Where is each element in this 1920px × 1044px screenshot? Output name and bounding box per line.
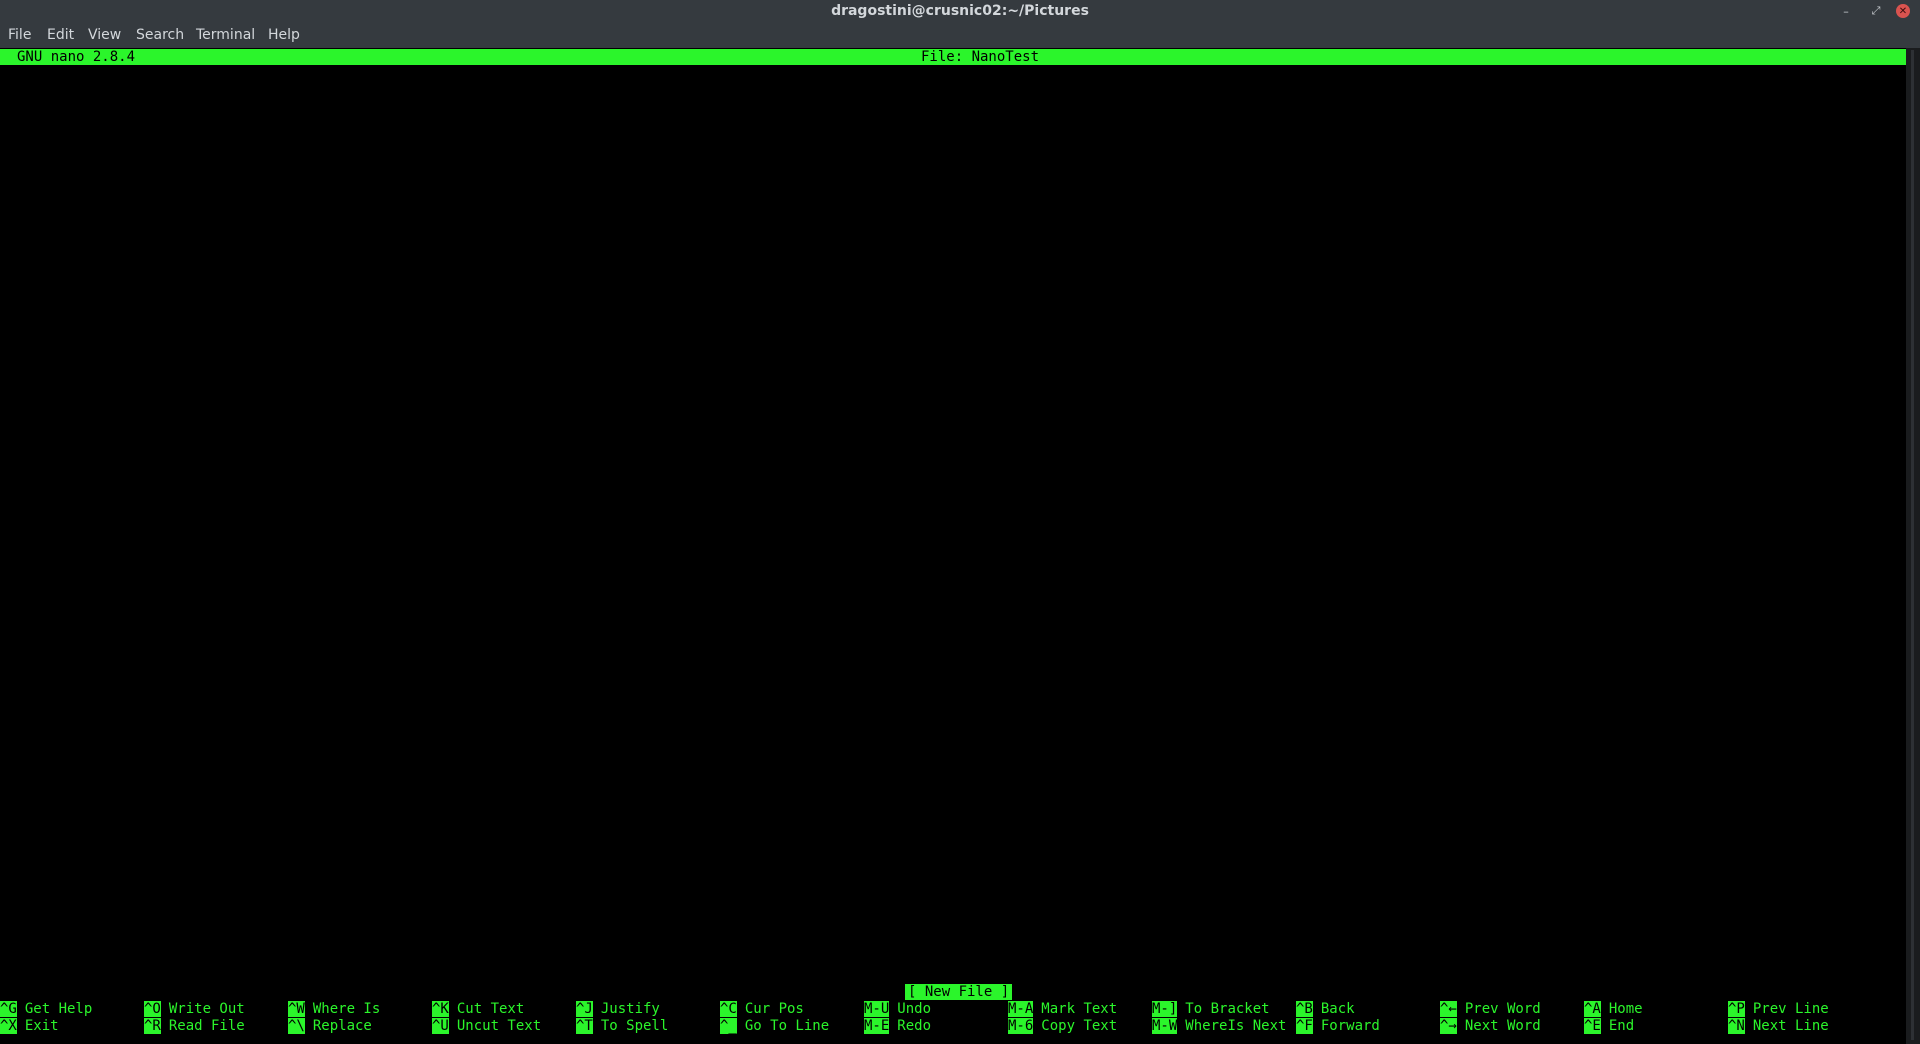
shortcut-label: Where Is: [312, 1001, 381, 1017]
shortcut-key: ^_: [720, 1018, 737, 1034]
menu-edit[interactable]: Edit: [47, 27, 74, 43]
shortcut-item: ^A Home: [1584, 1001, 1643, 1017]
shortcut-item: M-U Undo: [864, 1001, 931, 1017]
shortcut-item: M-A Mark Text: [1008, 1001, 1117, 1017]
close-icon[interactable]: ✕: [1896, 4, 1910, 18]
shortcut-key: M-A: [1008, 1001, 1034, 1017]
shortcut-key: ^A: [1584, 1001, 1601, 1017]
terminal-window: dragostini@crusnic02:~/Pictures – ⤢ ✕ Fi…: [0, 0, 1920, 1044]
nano-title-bar: GNU nano 2.8.4 File: NanoTest: [0, 49, 1906, 65]
shortcut-key: M-6: [1008, 1018, 1034, 1034]
shortcut-label: To Spell: [600, 1018, 669, 1034]
shortcut-item: ^F Forward: [1296, 1018, 1380, 1034]
shortcut-key: ^C: [720, 1001, 737, 1017]
shortcut-label: Prev Line: [1752, 1001, 1829, 1017]
shortcut-item: ^X Exit: [0, 1018, 59, 1034]
maximize-icon[interactable]: ⤢: [1868, 3, 1884, 19]
shortcut-key: ^U: [432, 1018, 449, 1034]
shortcut-label: Get Help: [24, 1001, 93, 1017]
shortcut-label: Next Line: [1752, 1018, 1829, 1034]
shortcut-key: ^T: [576, 1018, 593, 1034]
shortcut-key: ^J: [576, 1001, 593, 1017]
shortcut-item: ^→ Next Word: [1440, 1018, 1541, 1034]
scrollbar-track[interactable]: [1911, 50, 1914, 1040]
nano-version: GNU nano 2.8.4: [17, 49, 136, 65]
shortcut-label: Exit: [24, 1018, 59, 1034]
shortcut-item: ^\ Replace: [288, 1018, 372, 1034]
shortcut-label: Next Word: [1464, 1018, 1541, 1034]
menu-terminal[interactable]: Terminal: [196, 27, 255, 43]
shortcut-label: Redo: [897, 1018, 932, 1034]
shortcut-item: ^G Get Help: [0, 1001, 92, 1017]
window-title: dragostini@crusnic02:~/Pictures: [831, 3, 1089, 19]
shortcut-item: M-E Redo: [864, 1018, 931, 1034]
shortcut-label: Forward: [1320, 1018, 1380, 1034]
shortcut-key: M-U: [864, 1001, 890, 1017]
shortcut-label: Cut Text: [456, 1001, 525, 1017]
shortcut-item: M-] To Bracket: [1152, 1001, 1270, 1017]
shortcut-item: ^K Cut Text: [432, 1001, 524, 1017]
shortcut-key: ^B: [1296, 1001, 1313, 1017]
menu-bar: File Edit View Search Terminal Help: [0, 23, 1920, 48]
shortcut-item: ^U Uncut Text: [432, 1018, 541, 1034]
minimize-icon[interactable]: –: [1838, 3, 1854, 19]
shortcut-key: M-E: [864, 1018, 890, 1034]
shortcut-label: Justify: [600, 1001, 660, 1017]
shortcut-key: ^E: [1584, 1018, 1601, 1034]
shortcut-label: Prev Word: [1464, 1001, 1541, 1017]
shortcut-key: ^W: [288, 1001, 305, 1017]
shortcut-item: M-6 Copy Text: [1008, 1018, 1117, 1034]
shortcut-item: ^C Cur Pos: [720, 1001, 804, 1017]
shortcut-label: Cur Pos: [744, 1001, 804, 1017]
shortcut-item: ^← Prev Word: [1440, 1001, 1541, 1017]
shortcut-item: ^O Write Out: [144, 1001, 245, 1017]
shortcut-key: ^F: [1296, 1018, 1313, 1034]
shortcut-label: Replace: [312, 1018, 372, 1034]
shortcut-item: ^N Next Line: [1728, 1018, 1829, 1034]
shortcut-label: Read File: [168, 1018, 245, 1034]
shortcut-key: ^K: [432, 1001, 449, 1017]
shortcut-label: End: [1608, 1018, 1635, 1034]
shortcut-item: ^_ Go To Line: [720, 1018, 829, 1034]
shortcut-key: ^\: [288, 1018, 305, 1034]
shortcut-key: ^←: [1440, 1001, 1457, 1017]
shortcut-item: ^W Where Is: [288, 1001, 380, 1017]
title-bar[interactable]: dragostini@crusnic02:~/Pictures – ⤢ ✕: [0, 0, 1920, 23]
scrollbar[interactable]: [1906, 48, 1920, 1044]
shortcut-key: M-W: [1152, 1018, 1178, 1034]
shortcut-key: ^X: [0, 1018, 17, 1034]
menu-view[interactable]: View: [88, 27, 121, 43]
shortcut-item: ^J Justify: [576, 1001, 660, 1017]
shortcut-item: ^R Read File: [144, 1018, 245, 1034]
shortcut-item: ^P Prev Line: [1728, 1001, 1829, 1017]
shortcut-label: Mark Text: [1041, 1001, 1118, 1017]
shortcut-item: ^T To Spell: [576, 1018, 668, 1034]
shortcut-key: ^R: [144, 1018, 161, 1034]
shortcut-label: Back: [1320, 1001, 1355, 1017]
shortcut-label: Uncut Text: [456, 1018, 542, 1034]
status-message: [ New File ]: [905, 984, 1013, 1000]
shortcut-item: M-W WhereIs Next: [1152, 1018, 1286, 1034]
shortcut-label: To Bracket: [1185, 1001, 1270, 1017]
menu-help[interactable]: Help: [268, 27, 300, 43]
shortcut-label: WhereIs Next: [1185, 1018, 1287, 1034]
shortcut-label: Write Out: [168, 1001, 245, 1017]
shortcut-key: ^→: [1440, 1018, 1457, 1034]
shortcut-key: ^O: [144, 1001, 161, 1017]
shortcut-label: Undo: [897, 1001, 932, 1017]
shortcut-item: ^E End: [1584, 1018, 1634, 1034]
shortcut-label: Go To Line: [744, 1018, 830, 1034]
shortcut-key: ^P: [1728, 1001, 1745, 1017]
shortcut-key: M-]: [1152, 1001, 1178, 1017]
shortcut-key: ^G: [0, 1001, 17, 1017]
terminal-area[interactable]: GNU nano 2.8.4 File: NanoTest [ New File…: [0, 48, 1906, 1044]
menu-search[interactable]: Search: [136, 27, 184, 43]
menu-file[interactable]: File: [8, 27, 31, 43]
shortcut-label: Copy Text: [1041, 1018, 1118, 1034]
shortcut-key: ^N: [1728, 1018, 1745, 1034]
shortcut-label: Home: [1608, 1001, 1643, 1017]
shortcut-item: ^B Back: [1296, 1001, 1355, 1017]
nano-file-name: File: NanoTest: [921, 49, 1040, 65]
